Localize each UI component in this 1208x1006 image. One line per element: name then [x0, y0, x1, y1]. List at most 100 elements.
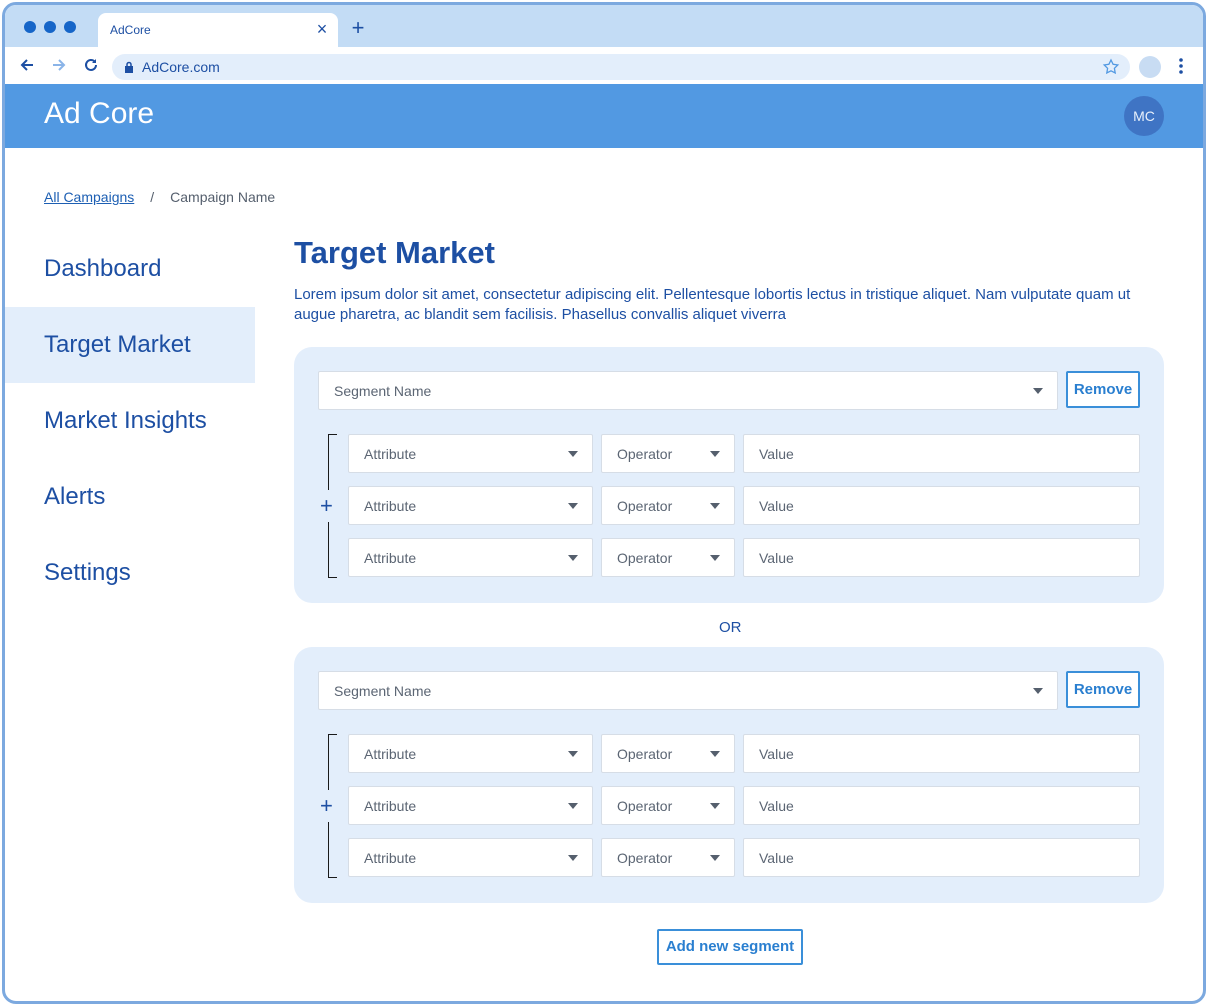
condition-row: Attribute Operator Value [348, 734, 1140, 773]
value-placeholder: Value [759, 797, 794, 814]
attribute-select[interactable]: Attribute [348, 786, 593, 825]
value-placeholder: Value [759, 445, 794, 462]
lock-icon [125, 61, 133, 73]
operator-placeholder: Operator [617, 549, 673, 566]
condition-row: Attribute Operator Value [348, 486, 1140, 525]
chevron-down-icon [568, 802, 578, 809]
back-arrow-icon[interactable] [17, 55, 37, 75]
condition-row: Attribute Operator Value [348, 786, 1140, 825]
chevron-down-icon [1033, 387, 1043, 394]
browser-profile-icon[interactable] [1139, 56, 1161, 78]
breadcrumb-link-all-campaigns[interactable]: All Campaigns [44, 189, 134, 205]
segment-name-placeholder: Segment Name [334, 382, 432, 399]
operator-placeholder: Operator [617, 745, 673, 762]
browser-menu-icon[interactable] [1175, 56, 1187, 76]
add-new-segment-button[interactable]: Add new segment [657, 929, 803, 965]
chevron-down-icon [568, 854, 578, 861]
chevron-down-icon [710, 450, 720, 457]
value-input[interactable]: Value [743, 486, 1140, 525]
condition-row: Attribute Operator Value [348, 538, 1140, 577]
or-separator: OR [719, 619, 742, 636]
tab-title: AdCore [110, 23, 151, 37]
value-placeholder: Value [759, 745, 794, 762]
breadcrumb-separator: / [150, 189, 155, 205]
attribute-placeholder: Attribute [364, 497, 417, 514]
segment-card: Segment Name Remove + Attribute Operator… [294, 347, 1164, 603]
attribute-select[interactable]: Attribute [348, 434, 593, 473]
attribute-select[interactable]: Attribute [348, 838, 593, 877]
forward-arrow-icon[interactable] [49, 55, 69, 75]
breadcrumb: All Campaigns / Campaign Name [44, 189, 275, 205]
segment-name-select[interactable]: Segment Name [318, 671, 1058, 710]
chevron-down-icon [568, 450, 578, 457]
attribute-select[interactable]: Attribute [348, 538, 593, 577]
window-control-minimize[interactable] [44, 21, 56, 33]
page-title: Target Market [294, 235, 495, 270]
chevron-down-icon [710, 802, 720, 809]
window-control-maximize[interactable] [64, 21, 76, 33]
chevron-down-icon [710, 854, 720, 861]
operator-select[interactable]: Operator [601, 838, 735, 877]
operator-select[interactable]: Operator [601, 734, 735, 773]
remove-segment-button[interactable]: Remove [1066, 371, 1140, 408]
app-header: Ad Core MC [5, 84, 1203, 148]
app-logo[interactable]: Ad Core [44, 97, 154, 131]
add-condition-icon[interactable]: + [320, 493, 333, 519]
operator-placeholder: Operator [617, 445, 673, 462]
operator-select[interactable]: Operator [601, 538, 735, 577]
add-condition-icon[interactable]: + [320, 793, 333, 819]
operator-select[interactable]: Operator [601, 786, 735, 825]
browser-window: AdCore × + AdCore.com Ad Core MC All Cam… [2, 2, 1206, 1004]
breadcrumb-current: Campaign Name [170, 189, 276, 205]
attribute-select[interactable]: Attribute [348, 486, 593, 525]
value-placeholder: Value [759, 849, 794, 866]
attribute-placeholder: Attribute [364, 849, 417, 866]
attribute-placeholder: Attribute [364, 445, 417, 462]
sidebar-item-dashboard[interactable]: Dashboard [5, 231, 255, 307]
sidebar-item-target-market[interactable]: Target Market [5, 307, 255, 383]
value-input[interactable]: Value [743, 538, 1140, 577]
window-control-close[interactable] [24, 21, 36, 33]
chevron-down-icon [568, 554, 578, 561]
avatar[interactable]: MC [1124, 96, 1164, 136]
url-text: AdCore.com [142, 59, 220, 75]
operator-select[interactable]: Operator [601, 434, 735, 473]
segment-card: Segment Name Remove + Attribute Operator… [294, 647, 1164, 903]
browser-tab-bar: AdCore × + [5, 5, 1203, 47]
operator-placeholder: Operator [617, 849, 673, 866]
attribute-select[interactable]: Attribute [348, 734, 593, 773]
condition-row: Attribute Operator Value [348, 434, 1140, 473]
segment-name-select[interactable]: Segment Name [318, 371, 1058, 410]
remove-segment-button[interactable]: Remove [1066, 671, 1140, 708]
close-tab-icon[interactable]: × [312, 19, 332, 39]
segment-name-placeholder: Segment Name [334, 682, 432, 699]
sidebar-item-alerts[interactable]: Alerts [5, 459, 255, 535]
chevron-down-icon [1033, 687, 1043, 694]
url-field[interactable]: AdCore.com [112, 54, 1130, 80]
value-placeholder: Value [759, 497, 794, 514]
chevron-down-icon [710, 502, 720, 509]
attribute-placeholder: Attribute [364, 745, 417, 762]
new-tab-icon[interactable]: + [348, 17, 368, 39]
reload-icon[interactable] [81, 55, 101, 75]
operator-select[interactable]: Operator [601, 486, 735, 525]
value-input[interactable]: Value [743, 434, 1140, 473]
chevron-down-icon [710, 750, 720, 757]
attribute-placeholder: Attribute [364, 549, 417, 566]
sidebar: Dashboard Target Market Market Insights … [5, 231, 255, 611]
operator-placeholder: Operator [617, 497, 673, 514]
attribute-placeholder: Attribute [364, 797, 417, 814]
operator-placeholder: Operator [617, 797, 673, 814]
value-input[interactable]: Value [743, 734, 1140, 773]
value-placeholder: Value [759, 549, 794, 566]
bookmark-star-icon[interactable] [1102, 58, 1120, 76]
value-input[interactable]: Value [743, 786, 1140, 825]
condition-row: Attribute Operator Value [348, 838, 1140, 877]
chevron-down-icon [568, 750, 578, 757]
sidebar-item-settings[interactable]: Settings [5, 535, 255, 611]
browser-tab[interactable]: AdCore × [98, 13, 338, 47]
value-input[interactable]: Value [743, 838, 1140, 877]
chevron-down-icon [710, 554, 720, 561]
sidebar-item-market-insights[interactable]: Market Insights [5, 383, 255, 459]
chevron-down-icon [568, 502, 578, 509]
